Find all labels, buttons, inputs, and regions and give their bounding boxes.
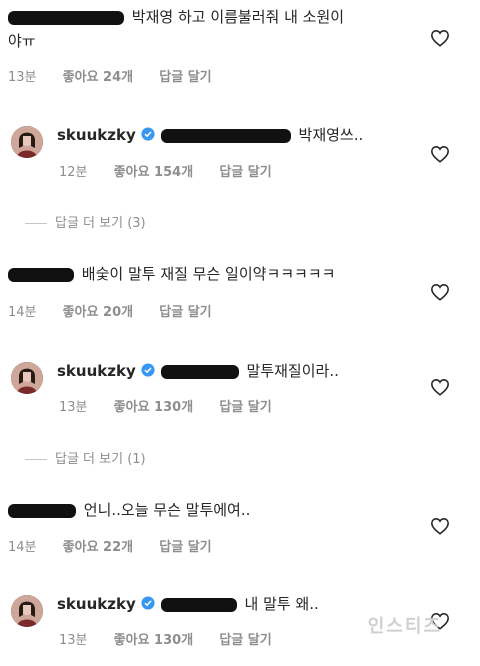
heart-outline-icon[interactable] <box>430 378 450 396</box>
timestamp: 13분 <box>59 400 88 415</box>
verified-badge-icon <box>141 127 155 141</box>
comment-1-meta: 13분 좋아요 24개 답글 달기 <box>8 66 234 85</box>
likes-count[interactable]: 좋아요 22개 <box>63 540 133 555</box>
comment-5-meta: 14분 좋아요 22개 답글 달기 <box>8 536 234 555</box>
timestamp: 14분 <box>8 540 37 555</box>
verified-badge-icon <box>141 596 155 610</box>
comment-text: 배숯이 말투 재질 무슨 일이약ㅋㅋㅋㅋㅋ <box>81 265 336 283</box>
likes-count[interactable]: 좋아요 20개 <box>63 305 133 320</box>
comment-6-body: skuukzky 내 말투 왜.. <box>57 594 319 615</box>
divider-line <box>25 459 47 460</box>
reply-button[interactable]: 답글 달기 <box>219 633 271 648</box>
username[interactable]: skuukzky <box>57 362 136 380</box>
timestamp: 12분 <box>59 165 88 180</box>
redacted-username <box>8 503 76 518</box>
comment-4-body: skuukzky 말투재질이라.. <box>57 361 339 382</box>
comment-text: 박재영 하고 이름불러줘 내 소원이 <box>131 8 345 26</box>
comment-text-wrap: 야ㅠ <box>8 32 36 50</box>
redacted-username <box>8 267 74 282</box>
heart-outline-icon[interactable] <box>430 29 450 47</box>
comment-text: 말투재질이라.. <box>246 362 339 380</box>
comment-text: 박재영쓰.. <box>298 126 364 144</box>
comment-2-body: skuukzky 박재영쓰.. <box>57 125 363 146</box>
comment-2-meta: 12분 좋아요 154개 답글 달기 <box>59 161 294 180</box>
verified-badge-icon <box>141 363 155 377</box>
view-more-replies[interactable]: 답글 더 보기 (3) <box>25 212 146 231</box>
heart-outline-icon[interactable] <box>430 145 450 163</box>
redacted-username <box>8 10 124 25</box>
reply-button[interactable]: 답글 달기 <box>159 540 211 555</box>
redacted-mention <box>160 128 291 143</box>
username[interactable]: skuukzky <box>57 595 136 613</box>
view-more-label: 답글 더 보기 (3) <box>55 216 146 231</box>
likes-count[interactable]: 좋아요 24개 <box>63 70 133 85</box>
redacted-mention <box>160 364 239 379</box>
timestamp: 14분 <box>8 305 37 320</box>
likes-count[interactable]: 좋아요 154개 <box>114 165 194 180</box>
heart-outline-icon[interactable] <box>430 283 450 301</box>
redacted-mention <box>160 597 237 612</box>
likes-count[interactable]: 좋아요 130개 <box>114 633 194 648</box>
comment-text: 내 말투 왜.. <box>244 595 319 613</box>
reply-button[interactable]: 답글 달기 <box>159 70 211 85</box>
comment-3-meta: 14분 좋아요 20개 답글 달기 <box>8 301 234 320</box>
reply-button[interactable]: 답글 달기 <box>219 400 271 415</box>
comment-text: 언니..오늘 무슨 말투에여.. <box>83 501 251 519</box>
heart-outline-icon[interactable] <box>430 517 450 535</box>
comment-4-meta: 13분 좋아요 130개 답글 달기 <box>59 396 294 415</box>
watermark: 인스티즈 <box>367 616 442 637</box>
divider-line <box>25 223 47 224</box>
comment-5-body: 언니..오늘 무슨 말투에여.. <box>6 500 250 521</box>
comment-1-body: 박재영 하고 이름불러줘 내 소원이 <box>6 7 344 28</box>
timestamp: 13분 <box>8 70 37 85</box>
avatar[interactable] <box>11 362 43 394</box>
comment-3-body: 배숯이 말투 재질 무슨 일이약ㅋㅋㅋㅋㅋ <box>6 264 335 285</box>
avatar[interactable] <box>11 126 43 158</box>
comment-6-meta: 13분 좋아요 130개 답글 달기 <box>59 629 294 648</box>
username[interactable]: skuukzky <box>57 126 136 144</box>
view-more-label: 답글 더 보기 (1) <box>55 452 146 467</box>
avatar[interactable] <box>11 595 43 627</box>
reply-button[interactable]: 답글 달기 <box>159 305 211 320</box>
likes-count[interactable]: 좋아요 130개 <box>114 400 194 415</box>
timestamp: 13분 <box>59 633 88 648</box>
reply-button[interactable]: 답글 달기 <box>219 165 271 180</box>
view-more-replies[interactable]: 답글 더 보기 (1) <box>25 448 146 467</box>
